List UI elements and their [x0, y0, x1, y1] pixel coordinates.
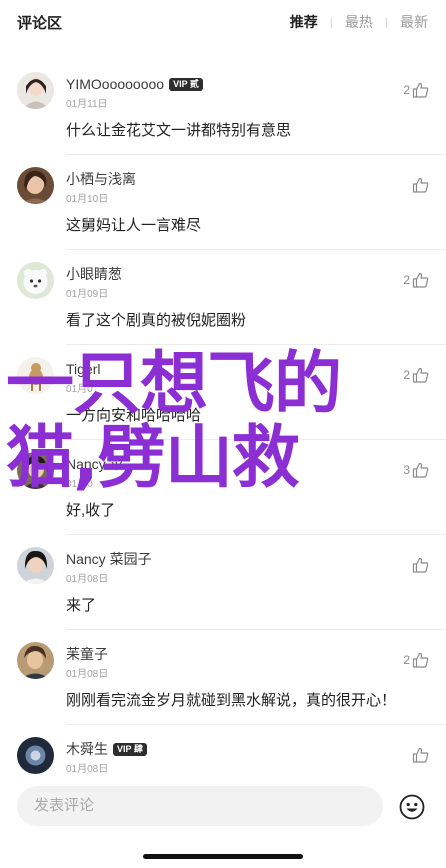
- smiley-icon: [399, 794, 425, 820]
- vip-badge: VIP 贰: [169, 77, 203, 91]
- comment-list: YIMOoooooooo VIP 贰 01月11日 什么让金花艾文一讲都特别有意…: [0, 60, 446, 820]
- comment-date: 01月09日: [66, 289, 109, 300]
- avatar[interactable]: [17, 642, 54, 679]
- comment-item: Nancy 菜 01月0 好,收了 3: [0, 440, 446, 535]
- like-button[interactable]: [410, 557, 429, 573]
- like-button[interactable]: [410, 177, 429, 193]
- like-button[interactable]: [410, 747, 429, 763]
- comment-author[interactable]: 木舜生: [66, 739, 108, 759]
- comment-author[interactable]: 小眼睛葱: [66, 264, 122, 284]
- comment-author-row: 小栖与浅离: [66, 170, 136, 188]
- thumbs-up-icon: [412, 367, 429, 383]
- avatar[interactable]: [17, 357, 54, 394]
- comment-text: 一方向安和哈哈哈哈: [66, 407, 202, 424]
- comment-text: 好,收了: [66, 502, 116, 519]
- avatar[interactable]: [17, 262, 54, 299]
- comment-date: 01月08日: [66, 574, 109, 585]
- thumbs-up-icon: [412, 82, 429, 98]
- like-count: 2: [403, 368, 410, 382]
- comment-text: 看了这个剧真的被倪妮圈粉: [66, 312, 247, 329]
- comment-item: 小眼睛葱 01月09日 看了这个剧真的被倪妮圈粉 2: [0, 250, 446, 345]
- comment-author-row: 苿童子: [66, 645, 108, 663]
- avatar[interactable]: [17, 547, 54, 584]
- comment-item: YIMOoooooooo VIP 贰 01月11日 什么让金花艾文一讲都特别有意…: [0, 60, 446, 155]
- comment-author-row: 小眼睛葱: [66, 265, 122, 283]
- comment-author-row: YIMOoooooooo VIP 贰: [66, 75, 203, 93]
- comment-text: 这舅妈让人一言难尽: [66, 217, 202, 234]
- like-count: 2: [403, 653, 410, 667]
- comment-author[interactable]: Nancy 菜: [66, 454, 124, 474]
- avatar[interactable]: [17, 737, 54, 774]
- comment-item: Tigerl 01月0 一方向安和哈哈哈哈 2: [0, 345, 446, 440]
- tab-hottest[interactable]: 最热: [345, 12, 373, 32]
- comment-author-row: 木舜生 VIP 肆: [66, 740, 147, 758]
- sort-tabs: 推荐 | 最热 | 最新: [290, 12, 428, 32]
- like-count: 2: [403, 273, 410, 287]
- comment-item: 小栖与浅离 01月10日 这舅妈让人一言难尽: [0, 155, 446, 250]
- comment-date: 01月08日: [66, 764, 109, 775]
- like-count: 2: [403, 83, 410, 97]
- comment-author[interactable]: YIMOoooooooo: [66, 76, 164, 92]
- comment-item: Nancy 菜园子 01月08日 来了: [0, 535, 446, 630]
- comment-author-row: Tigerl: [66, 360, 101, 378]
- thumbs-up-icon: [412, 462, 429, 478]
- comment-author[interactable]: 小栖与浅离: [66, 169, 136, 189]
- comment-date: 01月08日: [66, 669, 109, 680]
- avatar[interactable]: [17, 72, 54, 109]
- thumbs-up-icon: [412, 177, 429, 193]
- home-indicator: [143, 854, 303, 859]
- comment-author-row: Nancy 菜园子: [66, 550, 152, 568]
- comment-input-bar: 发表评论: [0, 778, 446, 868]
- avatar[interactable]: [17, 452, 54, 489]
- comment-input[interactable]: 发表评论: [17, 786, 383, 826]
- comment-date: 01月10日: [66, 194, 109, 205]
- comment-text: 什么让金花艾文一讲都特别有意思: [66, 122, 292, 139]
- emoji-button[interactable]: [399, 794, 425, 820]
- page-title: 评论区: [17, 15, 63, 32]
- tab-divider: |: [384, 15, 388, 29]
- comment-date: 01月0: [66, 479, 93, 490]
- comment-author[interactable]: Tigerl: [66, 361, 101, 377]
- like-button[interactable]: 2: [403, 82, 429, 98]
- comments-header: 评论区 推荐 | 最热 | 最新: [0, 0, 446, 44]
- like-count: 3: [403, 463, 410, 477]
- comment-author[interactable]: Nancy 菜园子: [66, 549, 152, 569]
- comment-date: 01月11日: [66, 99, 108, 110]
- comment-text: 刚刚看完流金岁月就碰到黑水解说，真的很开心！: [66, 692, 397, 709]
- comment-text: 来了: [66, 597, 97, 614]
- like-button[interactable]: 2: [403, 367, 429, 383]
- thumbs-up-icon: [412, 652, 429, 668]
- avatar[interactable]: [17, 167, 54, 204]
- like-button[interactable]: 2: [403, 652, 429, 668]
- thumbs-up-icon: [412, 272, 429, 288]
- tab-recommended[interactable]: 推荐: [290, 12, 318, 32]
- vip-badge: VIP 肆: [113, 742, 147, 756]
- comment-item: 苿童子 01月08日 刚刚看完流金岁月就碰到黑水解说，真的很开心！ 2: [0, 630, 446, 725]
- comment-author[interactable]: 苿童子: [66, 644, 108, 664]
- comment-date: 01月0: [66, 384, 93, 395]
- like-button[interactable]: 3: [403, 462, 429, 478]
- thumbs-up-icon: [412, 557, 429, 573]
- tab-divider: |: [329, 15, 333, 29]
- like-button[interactable]: 2: [403, 272, 429, 288]
- comment-author-row: Nancy 菜: [66, 455, 124, 473]
- tab-newest[interactable]: 最新: [400, 12, 428, 32]
- thumbs-up-icon: [412, 747, 429, 763]
